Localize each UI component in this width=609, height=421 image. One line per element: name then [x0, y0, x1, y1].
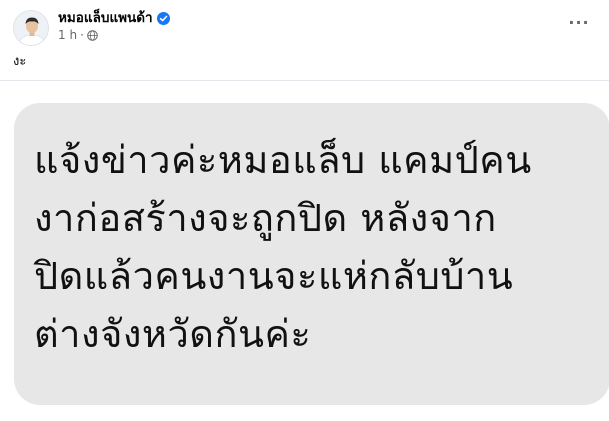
post-meta: 1 h · — [58, 28, 98, 42]
more-options-button[interactable]: ··· — [568, 13, 589, 32]
card-line: งาก่อสร้างจะถูกปิด หลังจาก — [34, 196, 497, 240]
meta-separator: · — [80, 28, 84, 42]
card-line: ต่างจังหวัดกันค่ะ — [34, 312, 312, 356]
globe-icon[interactable] — [87, 29, 98, 41]
author-name-row: หมอแล็บแพนด้า — [58, 9, 170, 27]
post-caption: งะ — [13, 54, 27, 69]
post-timestamp[interactable]: 1 h — [58, 28, 77, 42]
card-line: ปิดแล้วคนงานจะแห่กลับบ้าน — [34, 254, 514, 298]
facebook-post: หมอแล็บแพนด้า 1 h · ··· งะ แจ้งข่าวค่ะหม… — [0, 0, 609, 421]
verified-badge-icon — [156, 11, 170, 25]
card-text: แจ้งข่าวค่ะหมอแล็บ แคมป์คน งาก่อสร้างจะถ… — [34, 131, 594, 363]
text-card: แจ้งข่าวค่ะหมอแล็บ แคมป์คน งาก่อสร้างจะถ… — [14, 103, 609, 405]
post-image[interactable]: แจ้งข่าวค่ะหมอแล็บ แคมป์คน งาก่อสร้างจะถ… — [0, 81, 609, 421]
card-line: แจ้งข่าวค่ะหมอแล็บ แคมป์คน — [34, 138, 532, 182]
author-name[interactable]: หมอแล็บแพนด้า — [58, 9, 153, 27]
avatar[interactable] — [13, 10, 49, 46]
avatar-image — [14, 11, 48, 45]
